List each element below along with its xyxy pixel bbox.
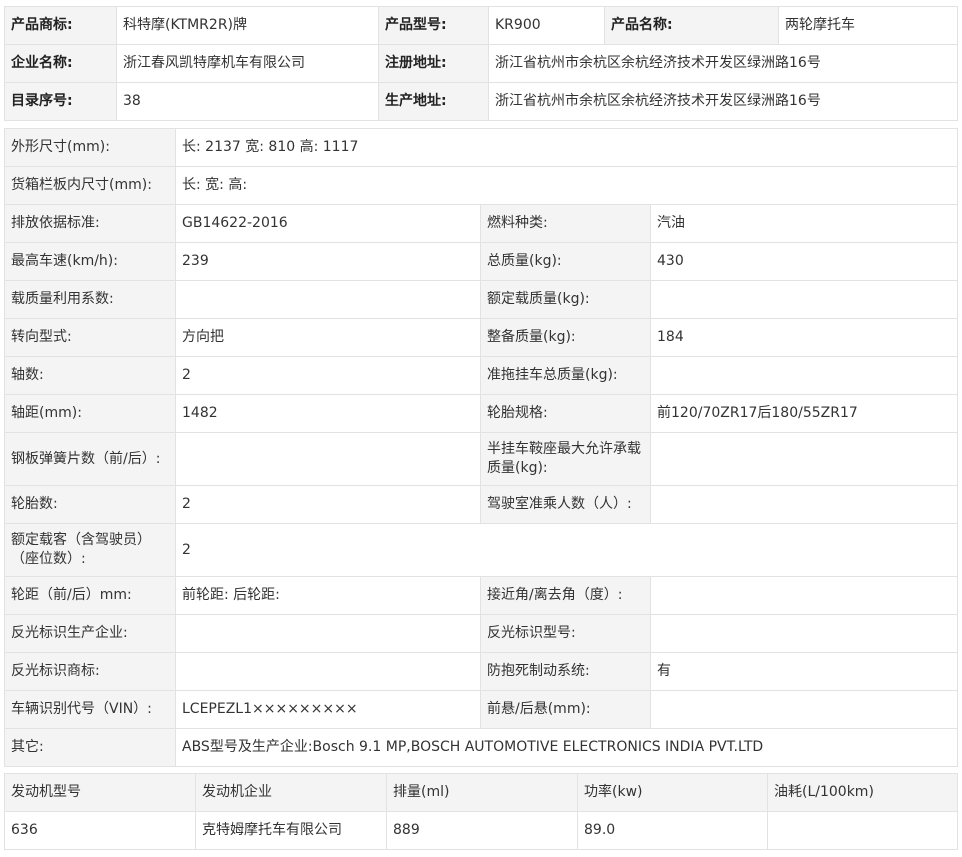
abs-label: 防抱死制动系统: xyxy=(480,652,651,691)
catalog-number-value: 38 xyxy=(116,82,379,121)
overhang-value xyxy=(649,690,959,729)
reflector-brand-value xyxy=(175,652,481,691)
cab-capacity-label: 驾驶室准乘人数（人）: xyxy=(480,485,651,524)
trailer-mass-label: 准拖挂车总质量(kg): xyxy=(480,356,651,395)
engine-table: 发动机型号 发动机企业 排量(ml) 功率(kw) 油耗(L/100km) 63… xyxy=(4,773,958,850)
production-address-value: 浙江省杭州市余杭区余杭经济技术开发区绿洲路16号 xyxy=(488,82,958,121)
model-value: KR900 xyxy=(488,6,605,45)
axle-count-value: 2 xyxy=(175,356,481,395)
company-value: 浙江春风凯特摩机车有限公司 xyxy=(116,44,379,83)
registered-address-value: 浙江省杭州市余杭区余杭经济技术开发区绿洲路16号 xyxy=(488,44,958,83)
emission-standard-label: 排放依据标准: xyxy=(4,204,176,243)
emission-standard-value: GB14622-2016 xyxy=(175,204,481,243)
wheelbase-value: 1482 xyxy=(175,394,481,433)
engine-model-value: 636 xyxy=(4,811,196,850)
trailer-mass-value xyxy=(649,356,959,395)
tire-count-value: 2 xyxy=(175,485,481,524)
spec-table: 外形尺寸(mm): 长: 2137 宽: 810 高: 1117 货箱栏板内尺寸… xyxy=(4,128,959,767)
vin-value: LCEPEZL1××××××××× xyxy=(175,690,481,729)
leaf-spring-value xyxy=(175,432,481,486)
track-width-label: 轮距（前/后）mm: xyxy=(4,576,176,615)
model-label: 产品型号: xyxy=(378,6,489,45)
total-mass-value: 430 xyxy=(649,242,959,281)
fuel-consumption-value xyxy=(767,811,958,850)
product-info-table: 产品商标: 科特摩(KTMR2R)牌 产品型号: KR900 产品名称: 两轮摩… xyxy=(4,6,958,121)
seating-capacity-value: 2 xyxy=(174,523,959,577)
fuel-consumption-header: 油耗(L/100km) xyxy=(767,773,958,812)
cab-capacity-value xyxy=(649,485,959,524)
reflector-maker-value xyxy=(175,614,481,653)
curb-mass-value: 184 xyxy=(649,318,959,357)
company-label: 企业名称: xyxy=(4,44,117,83)
registered-address-label: 注册地址: xyxy=(378,44,489,83)
displacement-header: 排量(ml) xyxy=(386,773,578,812)
rated-load-value xyxy=(649,280,959,319)
reflector-model-value xyxy=(649,614,959,653)
axle-count-label: 轴数: xyxy=(4,356,176,395)
dimensions-value: 长: 2137 宽: 810 高: 1117 xyxy=(174,128,959,167)
reflector-maker-label: 反光标识生产企业: xyxy=(4,614,176,653)
displacement-value: 889 xyxy=(386,811,578,850)
approach-angle-value xyxy=(649,576,959,615)
reflector-brand-label: 反光标识商标: xyxy=(4,652,176,691)
track-width-value: 前轮距: 后轮距: xyxy=(175,576,481,615)
power-value: 89.0 xyxy=(577,811,768,850)
tire-spec-value: 前120/70ZR17后180/55ZR17 xyxy=(649,394,959,433)
tire-spec-label: 轮胎规格: xyxy=(480,394,651,433)
catalog-number-label: 目录序号: xyxy=(4,82,117,121)
rated-load-label: 额定载质量(kg): xyxy=(480,280,651,319)
reflector-model-label: 反光标识型号: xyxy=(480,614,651,653)
engine-model-header: 发动机型号 xyxy=(4,773,196,812)
cargo-dimensions-label: 货箱栏板内尺寸(mm): xyxy=(4,166,176,205)
wheelbase-label: 轴距(mm): xyxy=(4,394,176,433)
other-label: 其它: xyxy=(4,728,176,767)
engine-maker-header: 发动机企业 xyxy=(195,773,387,812)
brand-label: 产品商标: xyxy=(4,6,117,45)
product-name-label: 产品名称: xyxy=(604,6,779,45)
other-value: ABS型号及生产企业:Bosch 9.1 MP,BOSCH AUTOMOTIVE… xyxy=(174,728,959,767)
abs-value: 有 xyxy=(649,652,959,691)
engine-maker-value: 克特姆摩托车有限公司 xyxy=(195,811,387,850)
tire-count-label: 轮胎数: xyxy=(4,485,176,524)
vin-label: 车辆识别代号（VIN）: xyxy=(4,690,176,729)
max-speed-value: 239 xyxy=(175,242,481,281)
overhang-label: 前悬/后悬(mm): xyxy=(480,690,651,729)
load-coefficient-value xyxy=(175,280,481,319)
max-speed-label: 最高车速(km/h): xyxy=(4,242,176,281)
approach-angle-label: 接近角/离去角（度）: xyxy=(480,576,651,615)
total-mass-label: 总质量(kg): xyxy=(480,242,651,281)
saddle-load-label: 半挂车鞍座最大允许承载质量(kg): xyxy=(480,432,651,486)
curb-mass-label: 整备质量(kg): xyxy=(480,318,651,357)
steering-type-value: 方向把 xyxy=(175,318,481,357)
brand-value: 科特摩(KTMR2R)牌 xyxy=(116,6,379,45)
saddle-load-value xyxy=(649,432,959,486)
fuel-type-value: 汽油 xyxy=(649,204,959,243)
steering-type-label: 转向型式: xyxy=(4,318,176,357)
load-coefficient-label: 载质量利用系数: xyxy=(4,280,176,319)
seating-capacity-label: 额定载客（含驾驶员）（座位数）: xyxy=(4,523,176,577)
fuel-type-label: 燃料种类: xyxy=(480,204,651,243)
cargo-dimensions-value: 长: 宽: 高: xyxy=(174,166,959,205)
product-name-value: 两轮摩托车 xyxy=(778,6,958,45)
power-header: 功率(kw) xyxy=(577,773,768,812)
leaf-spring-label: 钢板弹簧片数（前/后）: xyxy=(4,432,176,486)
production-address-label: 生产地址: xyxy=(378,82,489,121)
dimensions-label: 外形尺寸(mm): xyxy=(4,128,176,167)
